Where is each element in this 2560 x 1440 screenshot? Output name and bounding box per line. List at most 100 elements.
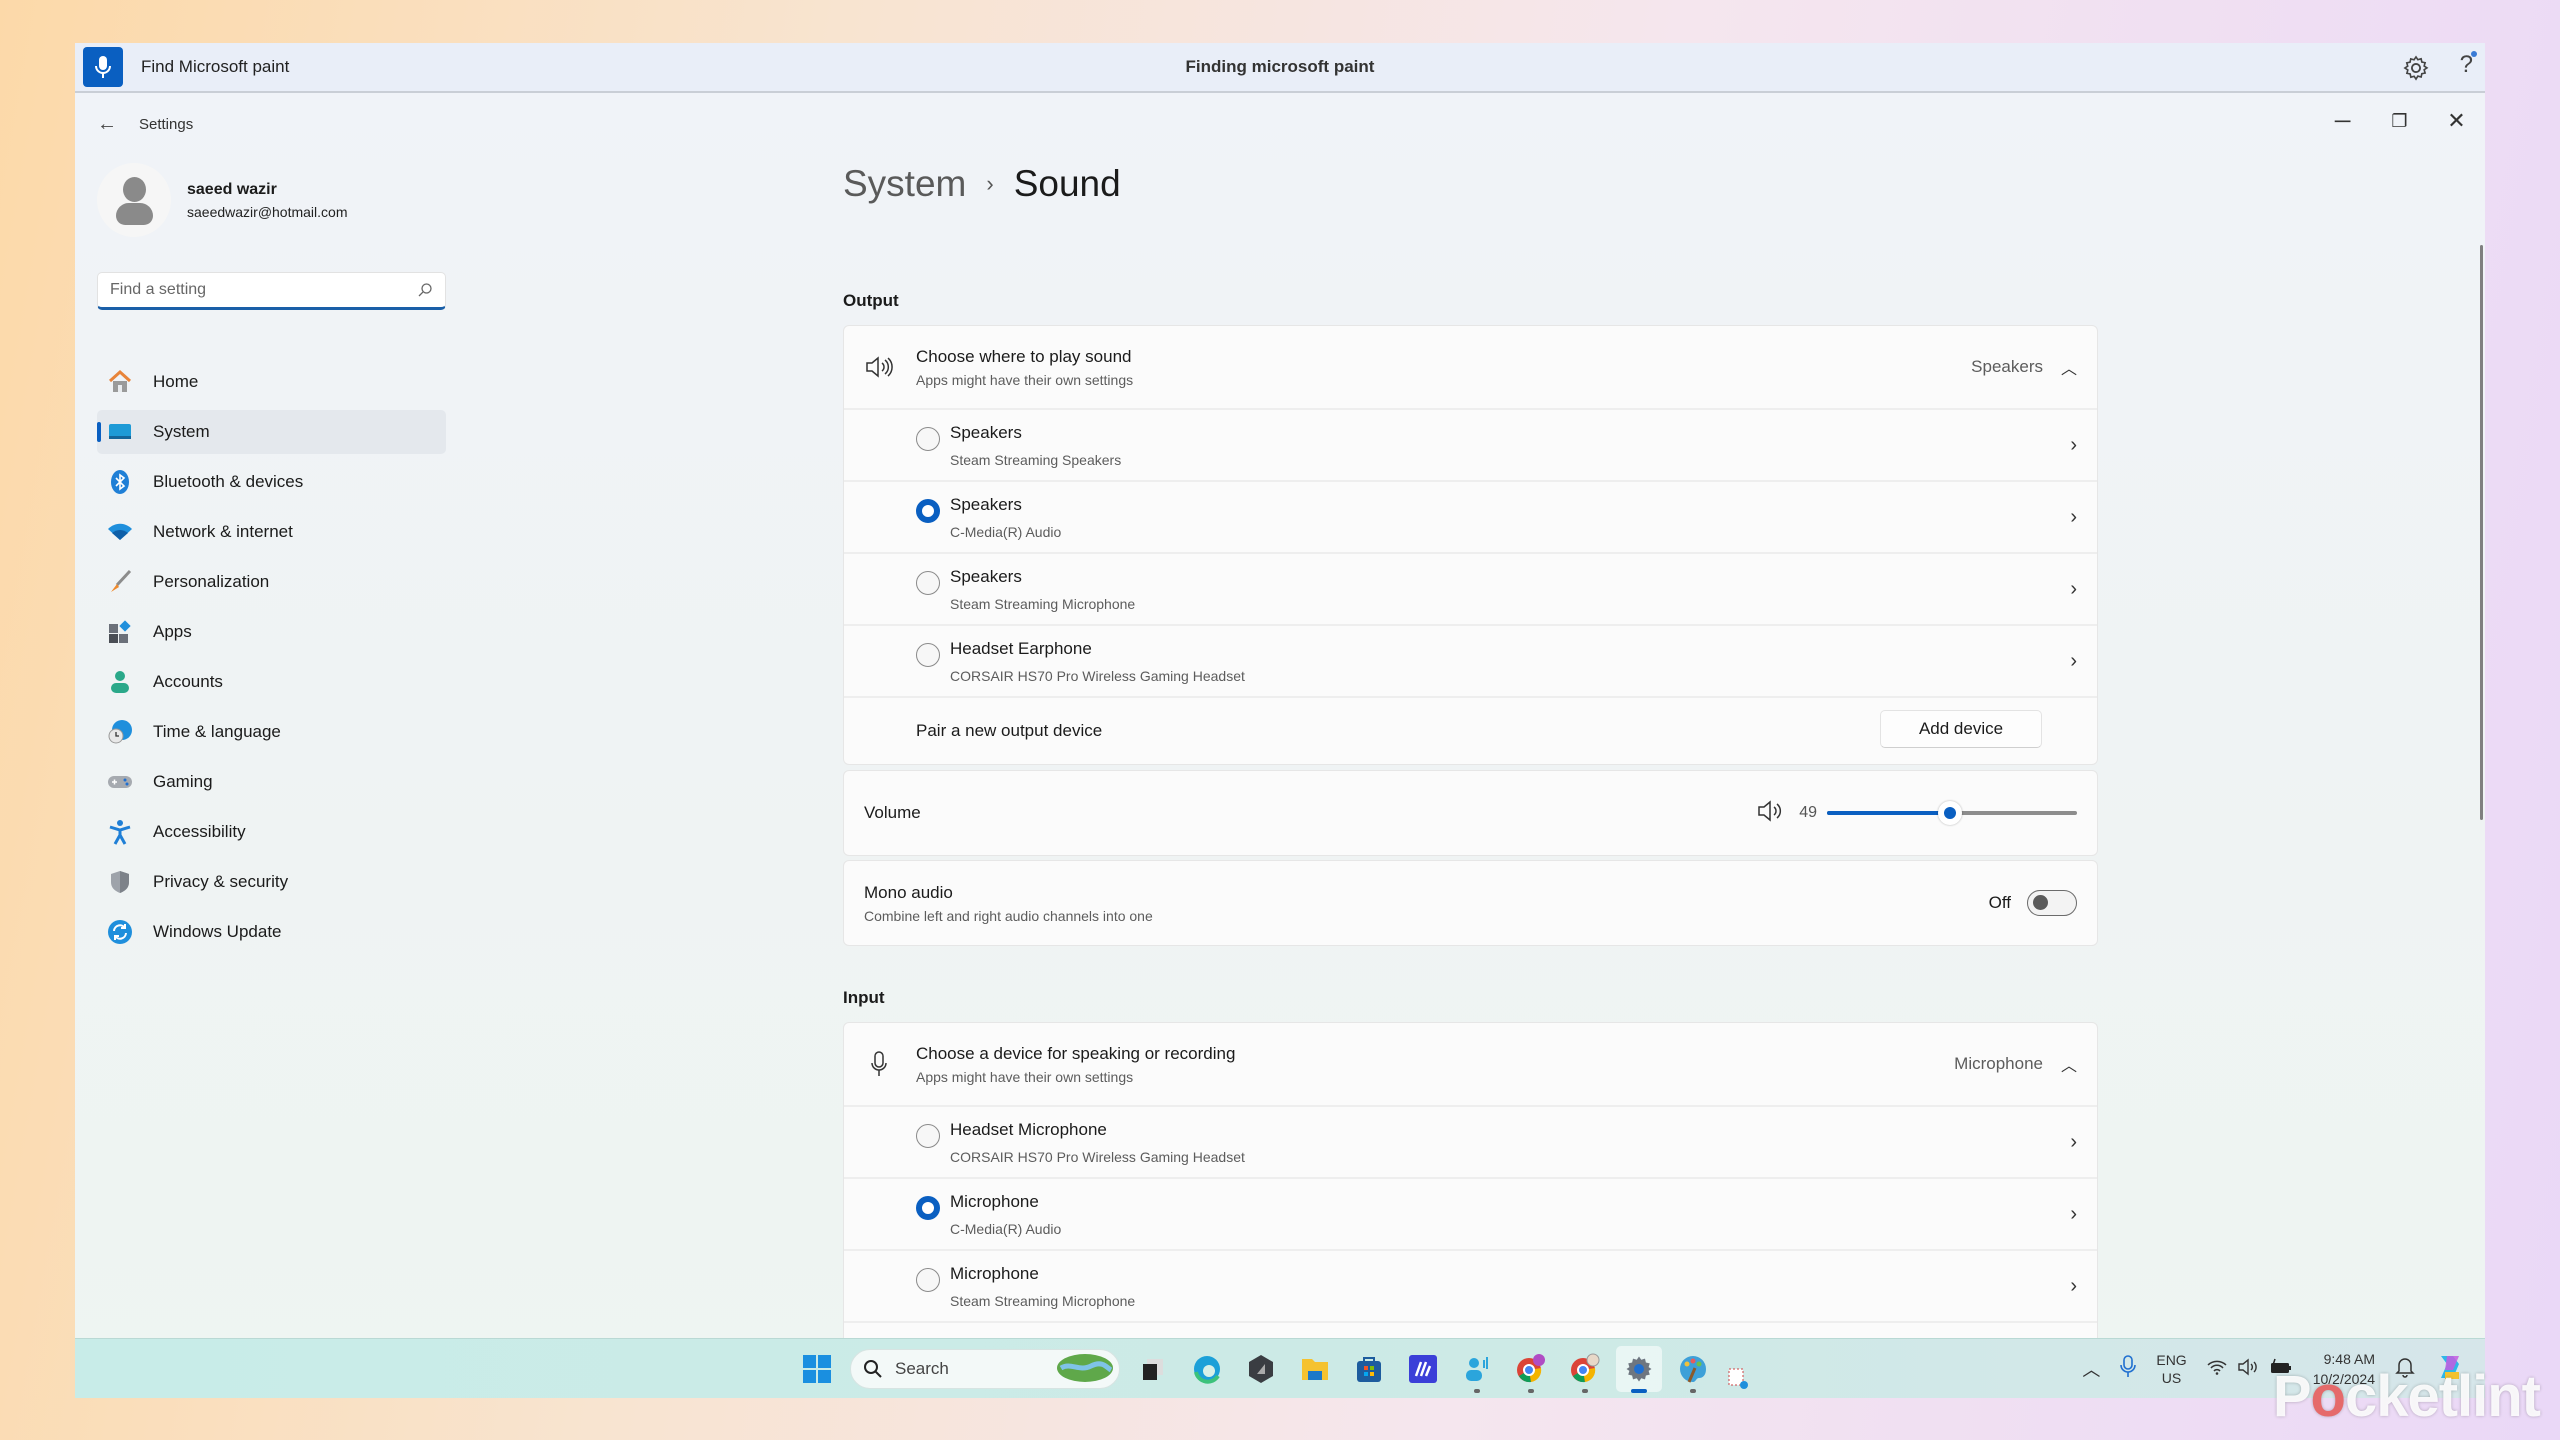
system-icon: [107, 419, 133, 445]
gear-icon[interactable]: [2402, 54, 2430, 82]
sidebar-item-network[interactable]: Network & internet: [97, 510, 446, 554]
input-device-card: Choose a device for speaking or recordin…: [843, 1022, 2098, 1364]
help-icon[interactable]: ?: [2460, 51, 2477, 79]
device-name: Microphone: [950, 1191, 1039, 1211]
input-device-expander[interactable]: Choose a device for speaking or recordin…: [844, 1023, 2097, 1107]
chevron-right-icon[interactable]: ›: [2070, 1203, 2077, 1226]
sidebar-item-gaming[interactable]: Gaming: [97, 760, 446, 804]
input-device-row[interactable]: Headset Microphone CORSAIR HS70 Pro Wirel…: [844, 1107, 2097, 1179]
taskbar-app-voice-access[interactable]: [1454, 1346, 1500, 1393]
output-device-expander[interactable]: Choose where to play sound Apps might ha…: [844, 326, 2097, 410]
taskbar-app-edge[interactable]: [1184, 1346, 1230, 1392]
taskbar-search[interactable]: Search: [850, 1349, 1120, 1389]
sidebar-item-accounts[interactable]: Accounts: [97, 660, 446, 704]
chevron-right-icon[interactable]: ›: [2070, 578, 2077, 601]
chevron-right-icon[interactable]: ›: [2070, 506, 2077, 529]
sidebar-item-time-language[interactable]: Time & language: [97, 710, 446, 754]
volume-slider-thumb[interactable]: [1937, 801, 1962, 825]
tray-microphone-icon[interactable]: [2120, 1354, 2137, 1384]
chevron-up-icon[interactable]: ︿: [2061, 355, 2077, 379]
taskbar-app-file-explorer[interactable]: [1292, 1346, 1338, 1392]
search-icon: [864, 1360, 882, 1378]
output-device-card: Choose where to play sound Apps might ha…: [843, 325, 2098, 765]
device-detail: Steam Streaming Microphone: [950, 1292, 1136, 1309]
taskbar-app-store[interactable]: [1346, 1346, 1392, 1392]
output-device-row[interactable]: Speakers Steam Streaming Speakers ›: [844, 410, 2097, 482]
voice-access-bar: Find Microsoft paint Finding microsoft p…: [75, 43, 2485, 93]
start-button[interactable]: [794, 1346, 840, 1392]
window-controls: ─ ❐ ✕: [2314, 101, 2485, 141]
chrome-profile-icon: [1571, 1353, 1600, 1383]
avatar: [97, 163, 171, 237]
input-device-radio-selected[interactable]: [916, 1196, 940, 1220]
chevron-right-icon[interactable]: ›: [2070, 1275, 2077, 1298]
app-hexagon-icon: [1249, 1355, 1273, 1383]
output-device-row[interactable]: Headset Earphone CORSAIR HS70 Pro Wireles…: [844, 626, 2097, 698]
close-button[interactable]: ✕: [2428, 101, 2485, 141]
output-device-radio[interactable]: [916, 427, 940, 451]
volume-mute-icon[interactable]: [1757, 799, 1783, 827]
output-section-label: Output: [843, 291, 899, 310]
back-arrow-icon[interactable]: ←: [97, 113, 117, 136]
sidebar-item-apps[interactable]: Apps: [97, 610, 446, 654]
scrollbar-thumb[interactable]: [2480, 245, 2483, 820]
chevron-right-icon[interactable]: ›: [2070, 434, 2077, 457]
output-device-radio-selected[interactable]: [916, 499, 940, 523]
sidebar-item-bluetooth[interactable]: Bluetooth & devices: [97, 460, 446, 504]
bluetooth-icon: [107, 469, 133, 495]
globe-clock-icon: [107, 719, 133, 745]
device-detail: Steam Streaming Microphone: [950, 595, 1136, 612]
user-profile[interactable]: saeed wazir saeedwazir@hotmail.com: [97, 163, 348, 237]
taskbar-app-settings[interactable]: [1616, 1346, 1662, 1393]
maximize-button[interactable]: ❐: [2371, 101, 2428, 141]
mono-audio-toggle[interactable]: [2027, 890, 2077, 916]
volume-icon[interactable]: [2237, 1358, 2259, 1381]
pocketlint-watermark: Pocketlint: [2273, 1363, 2541, 1430]
taskbar-app-chrome-s[interactable]: [1508, 1346, 1554, 1393]
show-hidden-icons-chevron[interactable]: ︿: [2082, 1356, 2100, 1382]
chrome-icon: [1517, 1354, 1545, 1383]
sidebar-item-privacy-security[interactable]: Privacy & security: [97, 860, 446, 904]
voice-access-mic-button[interactable]: [83, 47, 123, 87]
device-name: Speakers: [950, 422, 1022, 442]
output-device-row[interactable]: Speakers C-Media(R) Audio ›: [844, 482, 2097, 554]
sidebar-item-home[interactable]: Home: [97, 360, 446, 404]
store-icon: [1357, 1357, 1381, 1382]
taskbar-app-chrome-2[interactable]: [1562, 1346, 1608, 1393]
output-device-radio[interactable]: [916, 571, 940, 595]
mono-audio-subtitle: Combine left and right audio channels in…: [864, 907, 1153, 924]
language-indicator[interactable]: ENG US: [2156, 1351, 2186, 1387]
add-device-button[interactable]: Add device: [1880, 710, 2042, 748]
input-device-radio[interactable]: [916, 1268, 940, 1292]
chevron-right-icon[interactable]: ›: [2070, 1131, 2077, 1154]
breadcrumb-system[interactable]: System: [843, 163, 966, 205]
input-device-row[interactable]: Microphone Steam Streaming Microphone ›: [844, 1251, 2097, 1323]
apps-icon: [107, 619, 133, 645]
microphone-icon: [864, 1050, 894, 1078]
volume-slider-fill: [1827, 811, 1950, 815]
taskbar-app-m[interactable]: [1400, 1346, 1446, 1392]
sidebar-item-windows-update[interactable]: Windows Update: [97, 910, 446, 954]
chevron-up-icon[interactable]: ︿: [2061, 1052, 2077, 1076]
settings-search-box[interactable]: [97, 272, 446, 310]
watermark-text: cketlint: [2344, 1364, 2541, 1429]
chevron-right-icon[interactable]: ›: [2070, 650, 2077, 673]
wifi-icon[interactable]: [2207, 1359, 2227, 1380]
task-view-button[interactable]: [1130, 1346, 1176, 1392]
search-input[interactable]: [110, 281, 417, 299]
sidebar-item-accessibility[interactable]: Accessibility: [97, 810, 446, 854]
volume-slider[interactable]: [1827, 801, 2077, 825]
output-device-row[interactable]: Speakers Steam Streaming Microphone ›: [844, 554, 2097, 626]
output-device-radio[interactable]: [916, 643, 940, 667]
input-device-row[interactable]: Microphone C-Media(R) Audio ›: [844, 1179, 2097, 1251]
sidebar-item-personalization[interactable]: Personalization: [97, 560, 446, 604]
device-name: Headset Earphone: [950, 638, 1092, 658]
taskbar-app-dark[interactable]: [1238, 1346, 1284, 1392]
sidebar-item-system[interactable]: System: [97, 410, 446, 454]
input-device-radio[interactable]: [916, 1124, 940, 1148]
mono-audio-state: Off: [1988, 893, 2011, 912]
update-icon: [107, 919, 133, 945]
taskbar-app-paint[interactable]: [1670, 1346, 1716, 1393]
minimize-button[interactable]: ─: [2314, 101, 2371, 141]
pair-output-device-row: Pair a new output device Add device: [844, 698, 2097, 764]
